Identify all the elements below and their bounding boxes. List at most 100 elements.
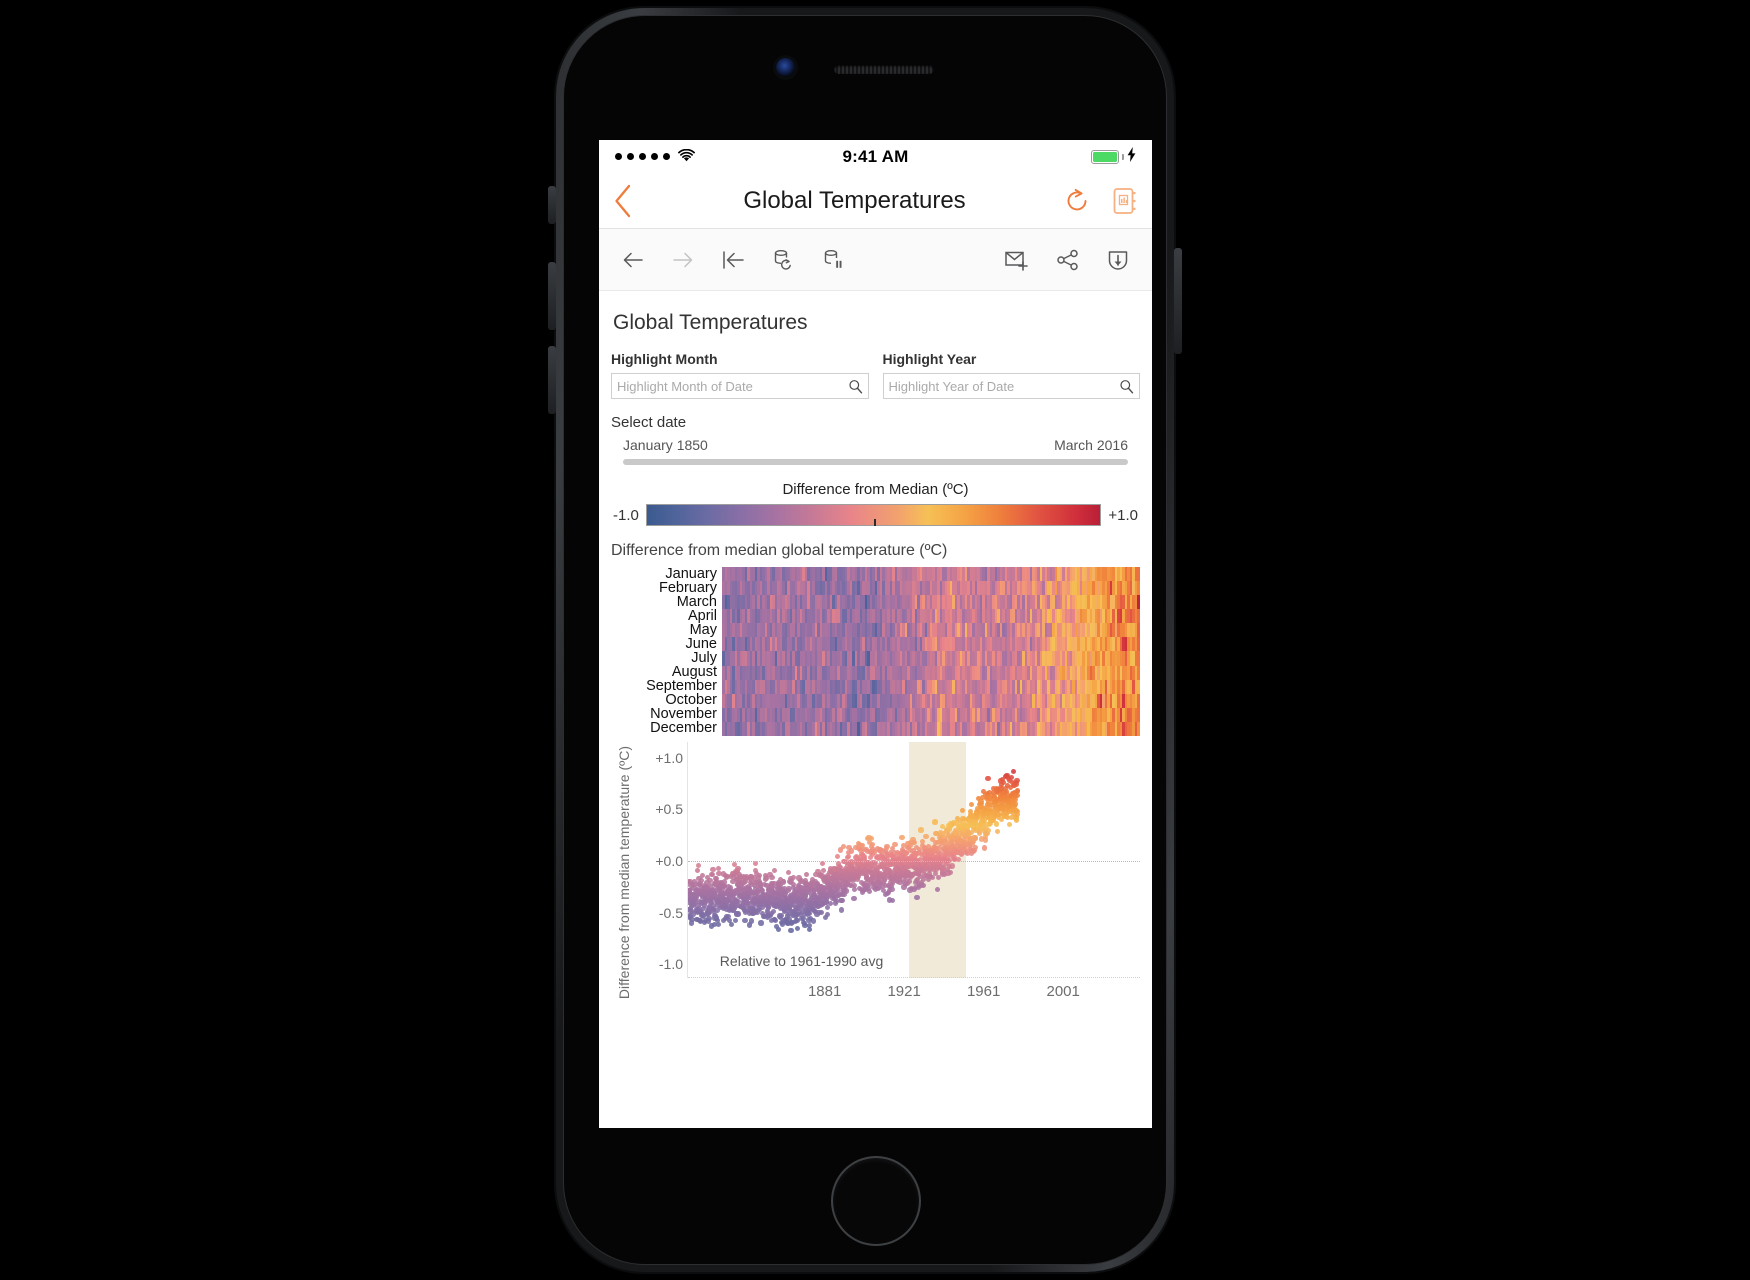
scatter-point[interactable]	[758, 920, 764, 926]
scatter-point[interactable]	[959, 807, 965, 814]
scatter-point[interactable]	[1015, 812, 1021, 818]
scatter-point[interactable]	[973, 835, 979, 842]
heatmap-cell[interactable]	[1137, 623, 1140, 638]
scatter-point[interactable]	[710, 867, 716, 873]
back-button[interactable]	[613, 184, 633, 218]
scatter-point[interactable]	[795, 925, 801, 931]
redo-icon[interactable]	[671, 248, 695, 272]
scatter-point[interactable]	[1013, 801, 1019, 807]
download-icon[interactable]	[1106, 248, 1130, 272]
scatter-point[interactable]	[807, 927, 813, 933]
scatter-point[interactable]	[918, 827, 924, 833]
scatter-point[interactable]	[735, 911, 741, 917]
refresh-icon[interactable]	[1064, 188, 1090, 214]
pause-updates-icon[interactable]	[821, 248, 845, 272]
scatter-point[interactable]	[748, 918, 754, 924]
heatmap-grid[interactable]	[722, 566, 1140, 736]
scatter-point[interactable]	[735, 865, 741, 871]
scatter-point[interactable]	[715, 921, 721, 927]
refresh-data-icon[interactable]	[771, 248, 795, 272]
heatmap-cell[interactable]	[1137, 567, 1140, 582]
scatter-y-tick-label: +0.0	[655, 853, 683, 869]
scatter-point[interactable]	[728, 921, 734, 928]
heatmap-row	[722, 651, 1140, 666]
scatter-point[interactable]	[695, 862, 701, 869]
revert-icon[interactable]	[721, 248, 745, 272]
volume-down-button[interactable]	[548, 346, 556, 414]
undo-icon[interactable]	[621, 248, 645, 272]
scatter-point[interactable]	[819, 861, 826, 867]
scatter-point[interactable]	[839, 898, 845, 904]
scatter-point[interactable]	[824, 911, 830, 917]
scatter-point[interactable]	[1014, 817, 1020, 823]
heatmap-cell[interactable]	[1137, 693, 1140, 708]
scatter-point[interactable]	[914, 895, 920, 901]
scatter-point[interactable]	[889, 886, 895, 892]
search-icon[interactable]	[1119, 379, 1134, 394]
scatter-point[interactable]	[780, 879, 787, 885]
heatmap-cell[interactable]	[1137, 721, 1140, 736]
scatter-point[interactable]	[889, 898, 895, 904]
scatter-point[interactable]	[1006, 821, 1012, 827]
home-button[interactable]	[833, 1158, 919, 1244]
scatter-point[interactable]	[1014, 777, 1020, 783]
heatmap-cell[interactable]	[1137, 609, 1140, 624]
scatter-point[interactable]	[851, 895, 857, 901]
scatter-point[interactable]	[790, 874, 796, 880]
highlight-year-input[interactable]	[888, 378, 1119, 394]
heatmap-cell[interactable]	[1137, 707, 1140, 722]
share-icon[interactable]	[1056, 248, 1080, 272]
scatter-point[interactable]	[820, 868, 826, 874]
heatmap-cell[interactable]	[1137, 651, 1140, 666]
scatter-point[interactable]	[838, 907, 844, 913]
scatter-point[interactable]	[785, 869, 792, 875]
subscribe-mail-icon[interactable]	[1004, 248, 1030, 272]
filter-input-wrap[interactable]	[611, 373, 869, 399]
scatter-point[interactable]	[771, 908, 777, 914]
silent-switch[interactable]	[548, 186, 556, 224]
scatter-plot-area[interactable]: Relative to 1961-1990 avg	[687, 742, 1140, 978]
volume-up-button[interactable]	[548, 262, 556, 330]
scatter-point[interactable]	[732, 918, 739, 924]
scatter-point[interactable]	[932, 819, 938, 825]
scatter-point[interactable]	[694, 867, 701, 873]
scatter-point[interactable]	[844, 888, 850, 894]
scatter-point[interactable]	[972, 845, 978, 851]
date-range-slider[interactable]	[623, 459, 1128, 465]
heatmap-cell[interactable]	[1137, 637, 1140, 652]
scatter-point[interactable]	[969, 801, 975, 808]
scatter-point[interactable]	[899, 835, 905, 841]
search-icon[interactable]	[848, 379, 863, 394]
scatter-point[interactable]	[985, 827, 991, 833]
scatter-point[interactable]	[840, 843, 846, 849]
scatter-point[interactable]	[756, 873, 762, 879]
scatter-point[interactable]	[788, 928, 794, 934]
scatter-point[interactable]	[892, 841, 898, 847]
scatter-point[interactable]	[869, 835, 875, 841]
power-button[interactable]	[1174, 248, 1182, 354]
scatter-point[interactable]	[1010, 768, 1016, 775]
dashboard-icon[interactable]	[1112, 187, 1138, 215]
scatter-point[interactable]	[866, 888, 872, 895]
scatter-point[interactable]	[985, 776, 991, 782]
scatter-point[interactable]	[949, 863, 955, 869]
scatter-point[interactable]	[981, 845, 987, 851]
scatter-point[interactable]	[811, 918, 817, 924]
highlight-month-input[interactable]	[617, 378, 848, 394]
heatmap-cell[interactable]	[1137, 581, 1140, 596]
scatter-point[interactable]	[994, 821, 1000, 827]
heatmap-cell[interactable]	[1137, 595, 1140, 610]
scatter-point[interactable]	[923, 833, 929, 840]
scatter-point[interactable]	[835, 853, 841, 859]
heatmap-cell[interactable]	[1137, 665, 1140, 680]
scatter-point[interactable]	[771, 868, 778, 874]
scatter-point[interactable]	[884, 843, 890, 849]
filter-input-wrap[interactable]	[882, 373, 1140, 399]
scatter-point[interactable]	[994, 828, 1000, 834]
scatter-point[interactable]	[769, 874, 775, 881]
scatter-point[interactable]	[776, 926, 782, 932]
heatmap-cell[interactable]	[1137, 679, 1140, 694]
scatter-point[interactable]	[706, 915, 712, 921]
scatter-point[interactable]	[803, 872, 810, 878]
scatter-point[interactable]	[982, 837, 988, 843]
